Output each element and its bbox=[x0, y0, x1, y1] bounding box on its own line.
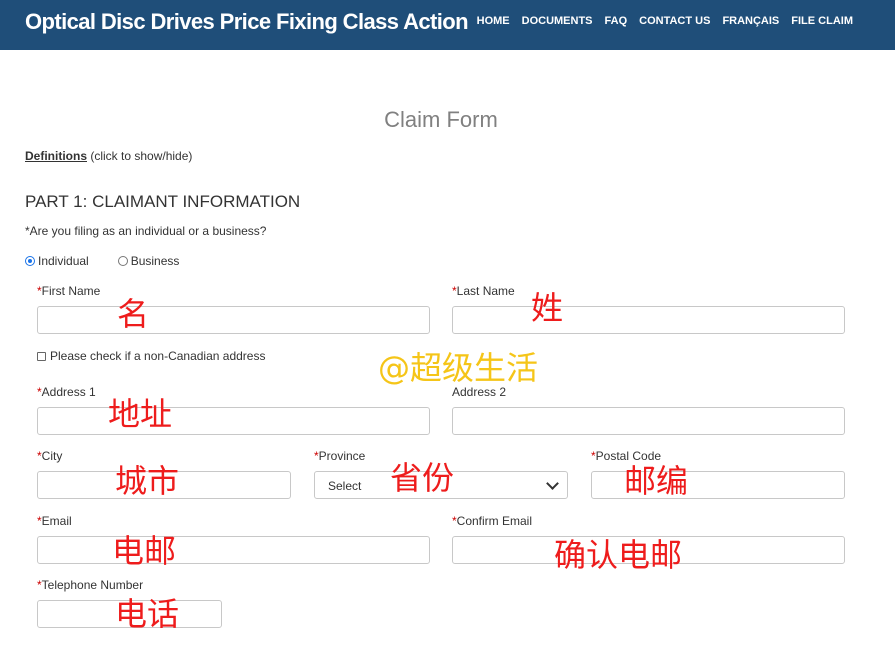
last-name-label: *Last Name bbox=[452, 284, 515, 298]
radio-individual[interactable]: Individual bbox=[25, 254, 89, 268]
nav-file-claim[interactable]: FILE CLAIM bbox=[791, 15, 853, 27]
city-label: *City bbox=[37, 449, 63, 463]
confirm-email-label: *Confirm Email bbox=[452, 514, 533, 528]
annotation-confirm-email: 确认电邮 bbox=[554, 536, 683, 574]
address2-input[interactable] bbox=[452, 407, 845, 435]
radio-checked-icon[interactable] bbox=[25, 256, 35, 266]
annotation-city: 城市 bbox=[115, 462, 180, 500]
annotation-province: 省份 bbox=[390, 459, 455, 497]
annotation-last-name: 姓 bbox=[531, 289, 564, 327]
definitions-link[interactable]: Definitions bbox=[25, 149, 87, 163]
chevron-down-icon bbox=[546, 477, 559, 490]
annotation-telephone: 电话 bbox=[115, 595, 180, 633]
section-heading: PART 1: CLAIMANT INFORMATION bbox=[25, 192, 301, 211]
filing-question: *Are you filing as an individual or a bu… bbox=[25, 224, 267, 238]
address1-input[interactable] bbox=[37, 407, 430, 435]
nav-home[interactable]: HOME bbox=[477, 15, 510, 27]
radio-business-label: Business bbox=[130, 254, 180, 268]
non-canadian-checkbox[interactable] bbox=[37, 351, 46, 361]
annotation-address: 地址 bbox=[108, 395, 173, 433]
annotation-email: 电邮 bbox=[112, 532, 177, 570]
main-nav: HOME DOCUMENTS FAQ CONTACT US FRANÇAIS F… bbox=[477, 15, 853, 27]
email-input[interactable] bbox=[37, 536, 430, 564]
radio-unchecked-icon[interactable] bbox=[117, 256, 128, 266]
email-label: *Email bbox=[37, 514, 72, 528]
postal-code-label: *Postal Code bbox=[591, 449, 662, 463]
nav-documents[interactable]: DOCUMENTS bbox=[522, 15, 593, 27]
address1-label: *Address 1 bbox=[37, 385, 96, 399]
filing-type-radio-group: Individual Business bbox=[25, 254, 179, 268]
nav-francais[interactable]: FRANÇAIS bbox=[722, 15, 779, 27]
address2-label: Address 2 bbox=[452, 385, 507, 399]
definitions-hint: (click to show/hide) bbox=[90, 149, 193, 163]
province-label: *Province bbox=[314, 449, 366, 463]
telephone-label: *Telephone Number bbox=[37, 578, 144, 592]
province-selected-value: Select bbox=[328, 479, 362, 493]
page-title: Claim Form bbox=[384, 107, 498, 132]
annotation-postal-code: 邮编 bbox=[624, 462, 689, 500]
nav-faq[interactable]: FAQ bbox=[605, 15, 628, 27]
definitions-row: Definitions (click to show/hide) bbox=[25, 149, 192, 163]
last-name-input[interactable] bbox=[452, 306, 845, 334]
watermark: @超级生活 bbox=[378, 349, 539, 387]
site-title[interactable]: Optical Disc Drives Price Fixing Class A… bbox=[25, 9, 469, 35]
non-canadian-checkbox-row[interactable]: Please check if a non-Canadian address bbox=[37, 349, 265, 363]
radio-individual-label: Individual bbox=[38, 254, 89, 268]
first-name-label: *First Name bbox=[37, 284, 101, 298]
first-name-input[interactable] bbox=[37, 306, 430, 334]
annotation-first-name: 名 bbox=[117, 295, 150, 333]
radio-business[interactable]: Business bbox=[117, 254, 180, 268]
non-canadian-label: Please check if a non-Canadian address bbox=[50, 349, 266, 363]
nav-contact-us[interactable]: CONTACT US bbox=[639, 15, 710, 27]
site-header: Optical Disc Drives Price Fixing Class A… bbox=[0, 0, 895, 50]
